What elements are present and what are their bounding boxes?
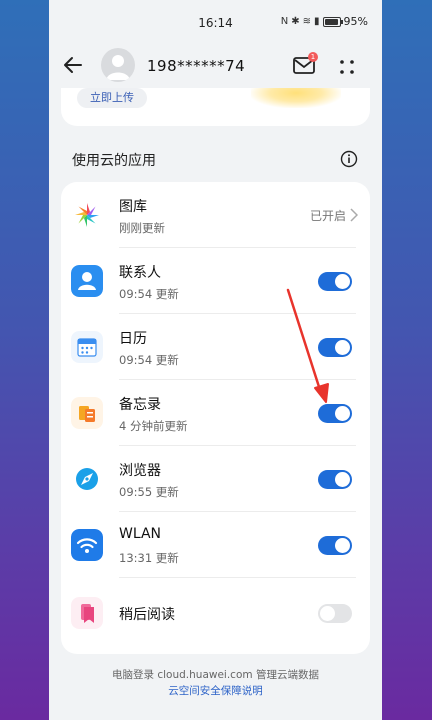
read-later-sync-toggle[interactable] <box>318 604 352 623</box>
wlan-sync-toggle[interactable] <box>318 536 352 555</box>
chevron-right-icon <box>350 208 358 222</box>
contacts-icon <box>71 265 103 297</box>
list-item-gallery[interactable]: 图库 刚刚更新 已开启 <box>61 182 370 248</box>
wlan-icon <box>71 529 103 561</box>
app-update-time: 09:55 更新 <box>119 485 179 499</box>
list-item-contacts: 联系人 09:54 更新 <box>61 248 370 314</box>
app-name: 备忘录 <box>119 397 161 413</box>
enabled-status: 已开启 <box>309 209 346 223</box>
notes-sync-toggle[interactable] <box>318 404 352 423</box>
notes-icon <box>71 397 103 429</box>
storage-card: 立即上传 <box>61 88 370 126</box>
info-icon[interactable] <box>340 150 358 168</box>
web-login-hint: 电脑登录 cloud.huawei.com 管理云端数据 <box>112 669 319 681</box>
list-item-read-later: 稍后阅读 <box>61 580 370 646</box>
app-name: WLAN <box>119 526 162 542</box>
account-number: 198******74 <box>147 57 246 75</box>
app-name: 日历 <box>119 331 147 347</box>
status-bar: 16:14 N ✱ ≋ ▮ 95% <box>49 0 382 44</box>
back-arrow-icon[interactable] <box>61 52 87 78</box>
status-icons: N ✱ ≋ ▮ 95% <box>281 15 368 28</box>
signal-icon: ▮ <box>314 16 320 27</box>
app-update-time: 09:54 更新 <box>119 353 179 367</box>
decorative-glow <box>251 88 341 108</box>
app-name: 联系人 <box>119 265 161 281</box>
calendar-icon <box>71 331 103 363</box>
list-item-calendar: 日历 09:54 更新 <box>61 314 370 380</box>
app-update-time: 13:31 更新 <box>119 551 179 565</box>
browser-icon <box>71 463 103 495</box>
list-item-browser: 浏览器 09:55 更新 <box>61 446 370 512</box>
gallery-icon <box>71 199 103 231</box>
more-options-icon[interactable] <box>337 56 357 78</box>
app-bar: 198******74 1 <box>49 44 382 90</box>
browser-sync-toggle[interactable] <box>318 470 352 489</box>
list-item-wlan: WLAN 13:31 更新 <box>61 512 370 578</box>
app-update-time: 4 分钟前更新 <box>119 419 188 433</box>
app-name: 图库 <box>119 199 147 215</box>
apps-list: 图库 刚刚更新 已开启 联系人 09:54 更新 日历 09:54 更新 备忘录… <box>61 182 370 654</box>
read-later-icon <box>71 597 103 629</box>
battery-percent: 95% <box>343 15 368 28</box>
bluetooth-icon: ✱ <box>291 16 300 27</box>
app-update-time: 刚刚更新 <box>119 221 165 235</box>
wifi-icon: ≋ <box>302 16 312 27</box>
phone-screen: 16:14 N ✱ ≋ ▮ 95% 198******74 1 立即上传 使用云… <box>49 0 382 720</box>
upload-now-button[interactable]: 立即上传 <box>77 88 147 108</box>
avatar[interactable] <box>101 48 135 82</box>
user-silhouette-icon <box>106 55 130 80</box>
app-update-time: 09:54 更新 <box>119 287 179 301</box>
mail-badge: 1 <box>308 52 318 62</box>
divider <box>119 577 356 578</box>
security-guarantee-link[interactable]: 云空间安全保障说明 <box>49 683 382 698</box>
list-item-notes: 备忘录 4 分钟前更新 <box>61 380 370 446</box>
calendar-sync-toggle[interactable] <box>318 338 352 357</box>
section-title: 使用云的应用 <box>72 153 156 169</box>
battery-icon <box>322 16 343 27</box>
app-name: 稍后阅读 <box>119 607 175 623</box>
nfc-icon: N <box>280 16 289 27</box>
contacts-sync-toggle[interactable] <box>318 272 352 291</box>
app-name: 浏览器 <box>119 463 161 479</box>
